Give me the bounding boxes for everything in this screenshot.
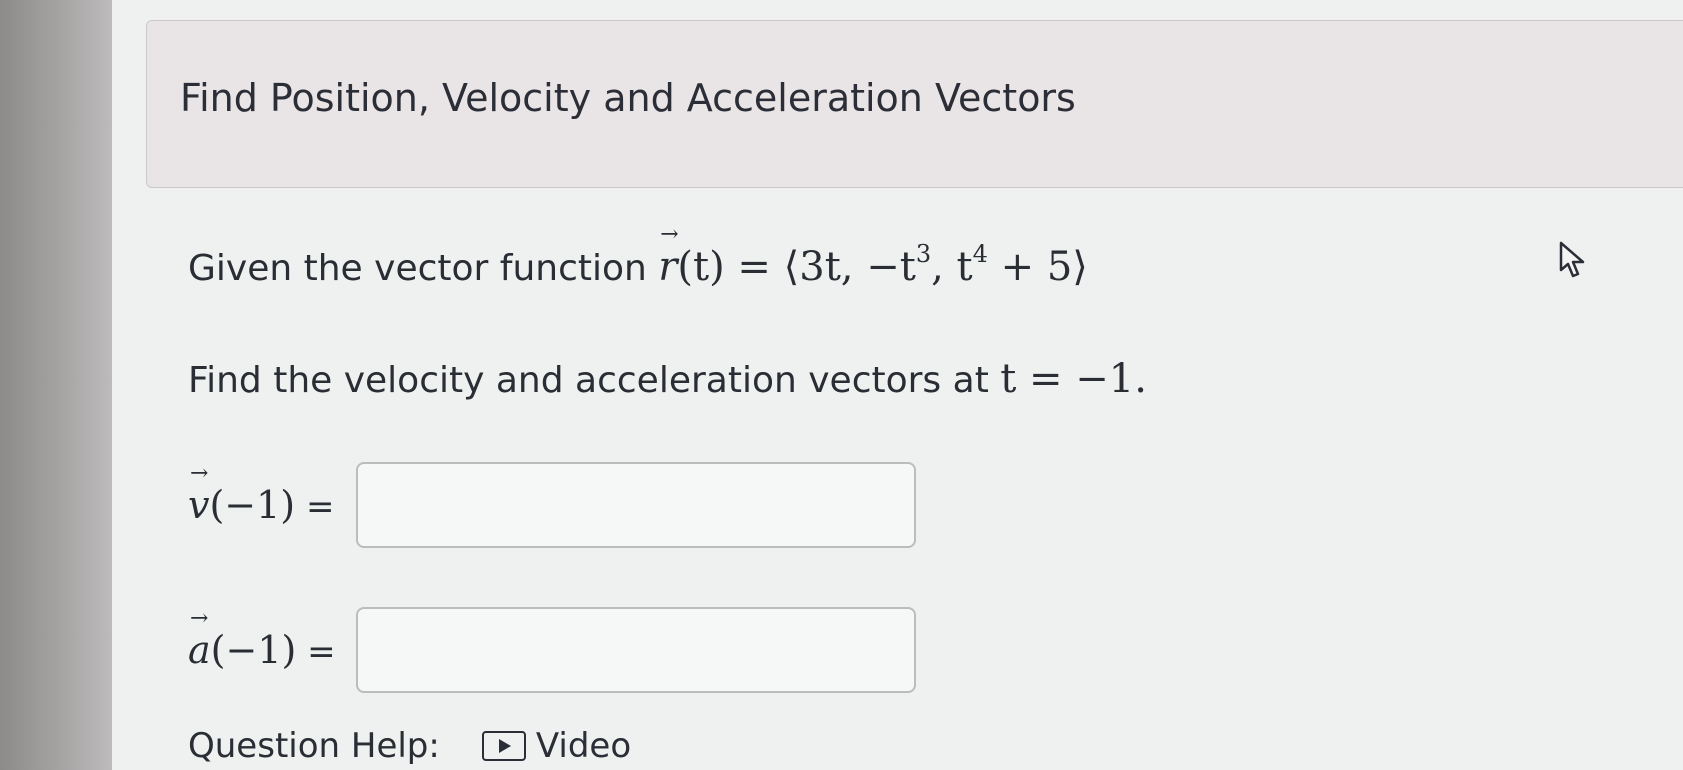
given-statement: Given the vector function r(t) = ⟨3t, −t… bbox=[188, 222, 1088, 290]
component-sep: , bbox=[931, 244, 957, 290]
screen-bezel bbox=[0, 0, 112, 770]
fn-arg: (t) bbox=[677, 244, 725, 290]
component-1: 3t, bbox=[799, 244, 867, 290]
velocity-row: v(−1) = bbox=[188, 460, 916, 550]
task-statement: Find the velocity and acceleration vecto… bbox=[188, 356, 1147, 402]
component-3-rest: + 5 bbox=[987, 244, 1073, 290]
component-3-base: t bbox=[956, 244, 973, 290]
acceleration-eq: = bbox=[296, 632, 336, 672]
acceleration-answer-input[interactable] bbox=[356, 607, 916, 693]
video-help-link[interactable]: Video bbox=[481, 726, 632, 766]
play-icon bbox=[481, 731, 526, 761]
video-link-label: Video bbox=[535, 726, 632, 766]
question-help: Question Help: Video bbox=[188, 726, 631, 766]
task-condition: t = −1. bbox=[1000, 356, 1147, 402]
fn-equals: = bbox=[724, 244, 784, 290]
fn-var: r bbox=[658, 222, 679, 290]
velocity-eq: = bbox=[295, 487, 335, 527]
velocity-var: v bbox=[188, 461, 209, 527]
acceleration-arg: (−1) bbox=[210, 628, 297, 672]
question-title: Find Position, Velocity and Acceleration… bbox=[180, 76, 1076, 120]
given-prefix: Given the vector function bbox=[188, 248, 647, 289]
vector-open: ⟨ bbox=[783, 244, 800, 290]
acceleration-row: a(−1) = bbox=[188, 605, 916, 695]
vector-close: ⟩ bbox=[1072, 244, 1088, 290]
question-help-label: Question Help: bbox=[188, 726, 440, 766]
vector-function: r(t) = ⟨3t, −t3, t4 + 5⟩ bbox=[658, 222, 1088, 290]
task-text: Find the velocity and acceleration vecto… bbox=[188, 360, 989, 401]
acceleration-label: a(−1) = bbox=[188, 606, 356, 672]
mouse-cursor-icon bbox=[1559, 241, 1585, 278]
component-2-exp: 3 bbox=[915, 240, 932, 268]
component-2-base: −t bbox=[866, 244, 916, 290]
velocity-arg: (−1) bbox=[209, 483, 296, 527]
velocity-answer-input[interactable] bbox=[356, 462, 916, 548]
velocity-label: v(−1) = bbox=[188, 461, 356, 527]
component-3-exp: 4 bbox=[972, 240, 988, 268]
acceleration-var: a bbox=[188, 606, 211, 672]
